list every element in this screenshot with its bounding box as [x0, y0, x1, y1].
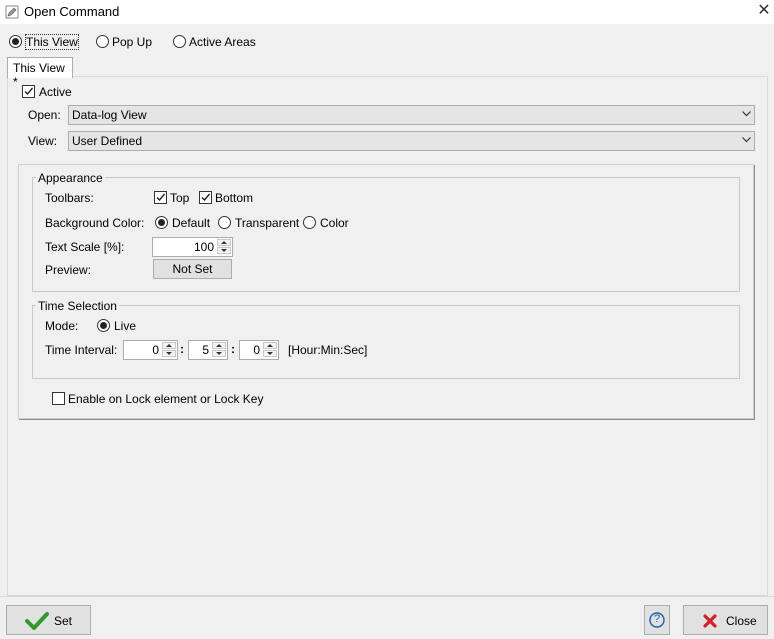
help-glyph: ?: [654, 613, 661, 625]
radio-active-areas[interactable]: [173, 35, 186, 48]
spin-up-button[interactable]: [217, 239, 231, 246]
close-button[interactable]: Close: [683, 605, 768, 635]
spin-up-button[interactable]: [162, 342, 176, 349]
set-button[interactable]: Set: [6, 605, 91, 635]
view-label: View:: [28, 134, 58, 148]
bg-transparent-label: Transparent: [235, 216, 300, 230]
minute-value: 5: [202, 343, 209, 357]
mode-live-label: Live: [114, 319, 137, 333]
lock-label: Enable on Lock element or Lock Key: [68, 392, 264, 406]
radio-active-areas-label: Active Areas: [189, 35, 256, 49]
bg-default-label: Default: [172, 216, 211, 230]
background-color-label: Background Color:: [45, 216, 145, 230]
minute-stepper[interactable]: 5: [188, 340, 228, 360]
text-scale-stepper[interactable]: 100: [152, 237, 233, 257]
view-value: User Defined: [72, 134, 143, 148]
radio-bg-default[interactable]: [155, 216, 168, 229]
open-dropdown[interactable]: Data-log View: [68, 105, 755, 125]
appearance-group: [32, 177, 740, 292]
time-selection-title: Time Selection: [36, 299, 119, 313]
spin-up-button[interactable]: [263, 342, 277, 349]
set-button-label: Set: [54, 614, 73, 628]
toolbar-bottom-label: Bottom: [215, 191, 254, 205]
view-dropdown[interactable]: User Defined: [68, 131, 755, 151]
lock-checkbox[interactable]: [52, 392, 65, 405]
radio-bg-color[interactable]: [303, 216, 316, 229]
time-format-label: [Hour:Min:Sec]: [288, 343, 368, 357]
close-icon: [703, 614, 717, 628]
time-separator: :: [231, 342, 235, 356]
close-icon[interactable]: ✕: [756, 2, 772, 20]
radio-pop-up[interactable]: [96, 35, 109, 48]
spin-up-button[interactable]: [212, 342, 226, 349]
second-stepper[interactable]: 0: [239, 340, 279, 360]
open-value: Data-log View: [72, 108, 147, 122]
spin-down-button[interactable]: [263, 350, 277, 357]
radio-bg-transparent[interactable]: [218, 216, 231, 229]
preview-label: Preview:: [45, 263, 92, 277]
preview-button[interactable]: Not Set: [153, 259, 232, 279]
text-scale-label: Text Scale [%]:: [45, 240, 125, 254]
active-checkbox[interactable]: [22, 85, 35, 98]
time-separator: :: [180, 342, 184, 356]
bg-color-label: Color: [320, 216, 349, 230]
toolbar-top-label: Top: [170, 191, 190, 205]
hour-stepper[interactable]: 0: [123, 340, 178, 360]
pencil-icon: [5, 5, 19, 19]
chevron-down-icon: [742, 137, 751, 143]
toolbar-bottom-checkbox[interactable]: [199, 191, 212, 204]
time-interval-label: Time Interval:: [45, 343, 118, 357]
active-label: Active: [39, 85, 72, 99]
window-title: Open Command: [24, 4, 120, 19]
toolbar-top-checkbox[interactable]: [154, 191, 167, 204]
tab-this-view[interactable]: This View *: [7, 57, 73, 89]
divider: [0, 596, 774, 597]
radio-this-view-label: This View: [25, 34, 79, 50]
text-scale-value: 100: [193, 240, 214, 254]
close-button-label: Close: [726, 614, 757, 628]
appearance-title: Appearance: [36, 171, 105, 185]
radio-pop-up-label: Pop Up: [112, 35, 153, 49]
help-button[interactable]: ?: [644, 605, 670, 635]
chevron-down-icon: [742, 111, 751, 117]
toolbars-label: Toolbars:: [45, 191, 94, 205]
spin-down-button[interactable]: [162, 350, 176, 357]
hour-value: 0: [152, 343, 159, 357]
spin-down-button[interactable]: [217, 247, 231, 254]
open-label: Open:: [28, 108, 61, 122]
spin-down-button[interactable]: [212, 350, 226, 357]
second-value: 0: [253, 343, 260, 357]
radio-mode-live[interactable]: [97, 319, 110, 332]
radio-this-view[interactable]: [9, 35, 22, 48]
checkmark-icon: [25, 612, 49, 630]
mode-label: Mode:: [45, 319, 79, 333]
